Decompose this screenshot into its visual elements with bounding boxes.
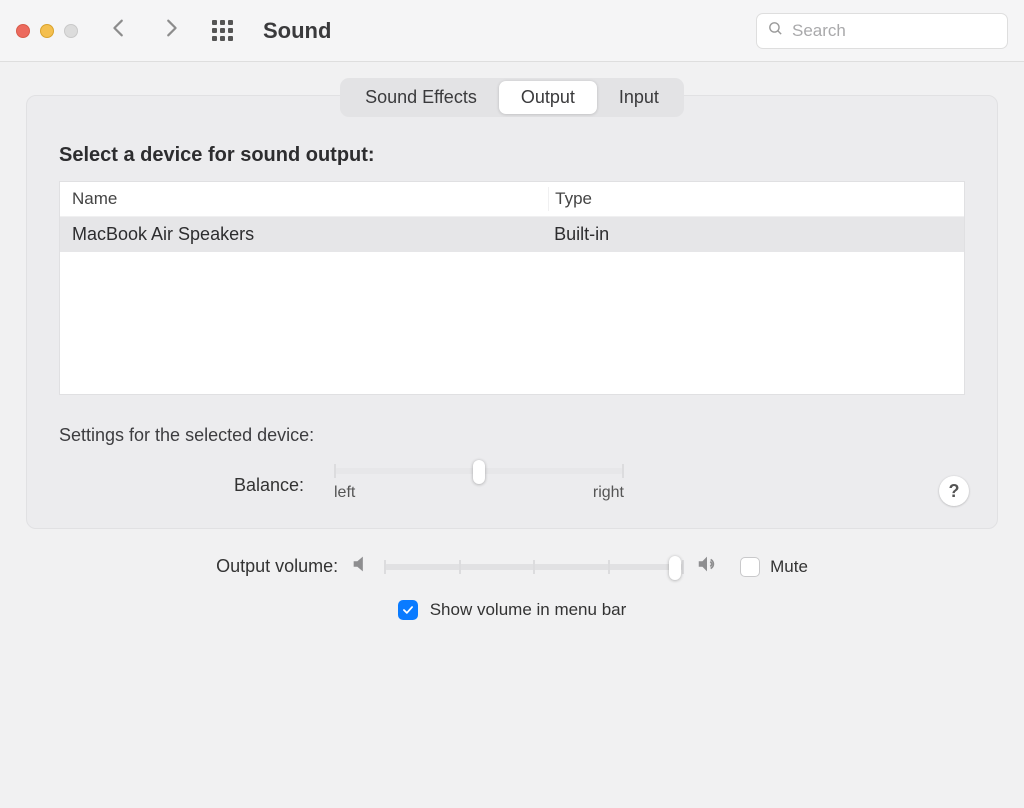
- output-panel: Select a device for sound output: Name T…: [26, 95, 998, 529]
- balance-right-label: right: [593, 484, 624, 502]
- segmented-control: Sound Effects Output Input: [340, 78, 684, 117]
- nav-arrows: [108, 17, 182, 44]
- show-all-button[interactable]: [212, 20, 233, 41]
- balance-left-label: left: [334, 484, 355, 502]
- device-type-cell: Built-in: [548, 224, 964, 245]
- forward-button[interactable]: [160, 17, 182, 44]
- balance-row: Balance: left right: [224, 468, 965, 502]
- help-button[interactable]: ?: [939, 476, 969, 506]
- balance-label: Balance:: [224, 475, 304, 496]
- column-header-name[interactable]: Name: [60, 189, 548, 209]
- tab-input[interactable]: Input: [597, 81, 681, 114]
- device-table: Name Type MacBook Air Speakers Built-in: [59, 181, 965, 395]
- settings-section-label: Settings for the selected device:: [59, 425, 965, 446]
- search-input[interactable]: [792, 21, 997, 41]
- mute-label: Mute: [770, 557, 808, 577]
- minimize-window-button[interactable]: [40, 24, 54, 38]
- panel-heading: Select a device for sound output:: [59, 144, 965, 167]
- column-header-type[interactable]: Type: [548, 187, 964, 211]
- show-in-menu-bar-checkbox[interactable]: [398, 600, 418, 620]
- close-window-button[interactable]: [16, 24, 30, 38]
- device-name-cell: MacBook Air Speakers: [60, 224, 548, 245]
- zoom-window-button[interactable]: [64, 24, 78, 38]
- output-volume-slider[interactable]: [384, 564, 684, 570]
- table-row[interactable]: MacBook Air Speakers Built-in: [60, 217, 964, 252]
- volume-low-icon: [350, 553, 372, 580]
- table-header-row: Name Type: [60, 182, 964, 217]
- search-field-wrap[interactable]: [756, 13, 1008, 49]
- mute-control: Mute: [740, 557, 808, 577]
- output-volume-row: Output volume: Mute: [26, 553, 998, 580]
- tabs-container: Sound Effects Output Input: [0, 78, 1024, 117]
- search-icon: [767, 20, 784, 42]
- window-title: Sound: [263, 18, 756, 44]
- show-in-menu-bar-row: Show volume in menu bar: [26, 600, 998, 620]
- back-button[interactable]: [108, 17, 130, 44]
- balance-slider[interactable]: left right: [334, 468, 624, 502]
- window-titlebar: Sound: [0, 0, 1024, 62]
- tab-sound-effects[interactable]: Sound Effects: [343, 81, 499, 114]
- window-controls: [16, 24, 78, 38]
- output-volume-label: Output volume:: [216, 556, 338, 577]
- tab-output[interactable]: Output: [499, 81, 597, 114]
- show-in-menu-bar-label: Show volume in menu bar: [430, 600, 627, 620]
- volume-high-icon: [696, 553, 718, 580]
- mute-checkbox[interactable]: [740, 557, 760, 577]
- footer: Output volume: Mute Show volume in menu …: [0, 553, 1024, 620]
